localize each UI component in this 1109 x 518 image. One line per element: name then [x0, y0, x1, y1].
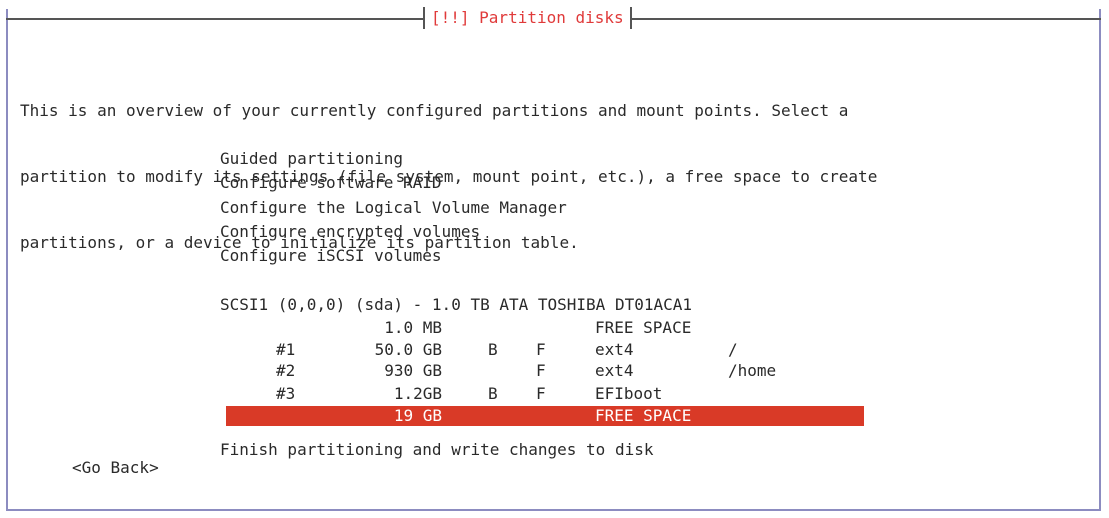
partition-row-free-space-selected[interactable]: 19 GB FREE SPACE [226, 406, 864, 426]
row-size: 1.2GB [393, 384, 442, 403]
row-size: 50.0 GB [374, 340, 442, 359]
menu-item-guided-partitioning[interactable]: Guided partitioning [220, 148, 403, 170]
menu-item-iscsi-volumes[interactable]: Configure iSCSI volumes [220, 245, 442, 267]
partition-row-1[interactable]: #1 50.0 GB B F ext4 / [220, 340, 860, 360]
partition-row-2[interactable]: #2 930 GB F ext4 /home [220, 361, 860, 381]
row-bootable-flag: B [488, 340, 498, 359]
row-number: #1 [276, 340, 296, 359]
row-format-flag: F [536, 340, 546, 359]
finish-partitioning-item[interactable]: Finish partitioning and write changes to… [220, 439, 653, 461]
description-line: This is an overview of your currently co… [20, 101, 849, 120]
row-mount: / [728, 340, 738, 359]
dialog-title: [!!] Partition disks [423, 7, 632, 29]
row-size: 930 GB [384, 361, 442, 380]
row-size: 1.0 MB [384, 318, 442, 337]
row-fs: ext4 [595, 361, 634, 380]
row-fs: EFIboot [595, 384, 663, 403]
menu-item-encrypted-volumes[interactable]: Configure encrypted volumes [220, 221, 480, 243]
row-fs: FREE SPACE [595, 318, 692, 337]
row-bootable-flag: B [488, 384, 498, 403]
row-fs: ext4 [595, 340, 634, 359]
partition-row-3[interactable]: #3 1.2GB B F EFIboot [220, 384, 860, 404]
partition-row-free-space[interactable]: 1.0 MB FREE SPACE [220, 318, 860, 338]
row-format-flag: F [536, 384, 546, 403]
row-fs: FREE SPACE [595, 406, 692, 425]
menu-item-lvm[interactable]: Configure the Logical Volume Manager [220, 197, 567, 219]
disk-header[interactable]: SCSI1 (0,0,0) (sda) - 1.0 TB ATA TOSHIBA… [220, 294, 692, 316]
row-mount: /home [728, 361, 777, 380]
row-number: #3 [276, 384, 296, 403]
row-number: #2 [276, 361, 296, 380]
go-back-button[interactable]: <Go Back> [72, 457, 159, 479]
description-line: partition to modify its settings (file s… [20, 167, 878, 186]
row-size: 19 GB [393, 406, 442, 425]
row-format-flag: F [536, 361, 546, 380]
dialog-description: This is an overview of your currently co… [20, 56, 877, 276]
menu-item-software-raid[interactable]: Configure software RAID [220, 172, 442, 194]
